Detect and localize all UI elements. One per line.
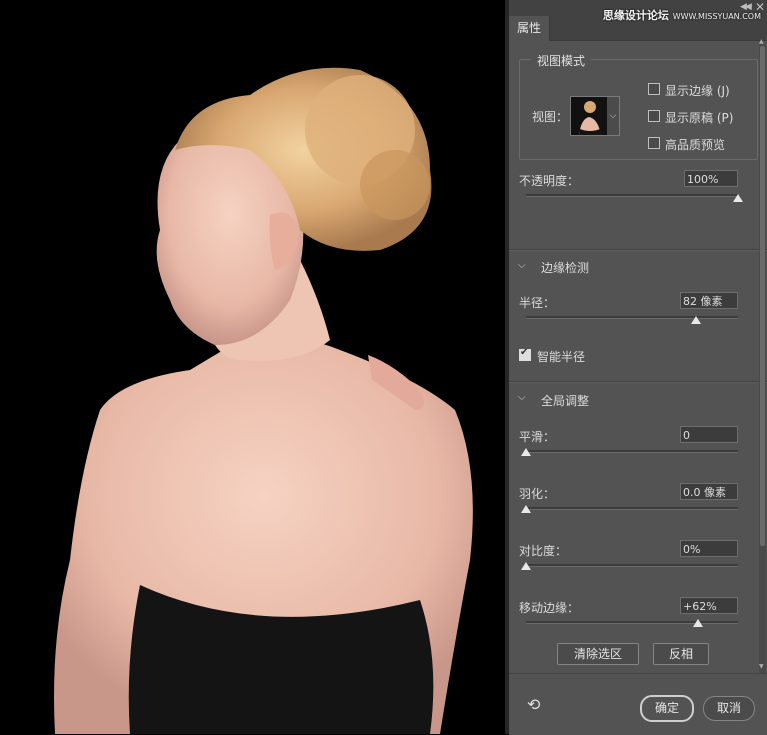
thumbnail-image (571, 97, 607, 135)
show-original-label: 显示原稿 (P) (665, 111, 734, 125)
feather-field[interactable]: 0.0 像素 (680, 483, 738, 500)
invert-button[interactable]: 反相 (653, 643, 709, 665)
portrait-photo (0, 0, 505, 734)
section-divider (509, 381, 767, 383)
view-thumbnail[interactable] (570, 96, 608, 136)
show-original-checkbox[interactable] (648, 110, 660, 122)
cancel-button[interactable]: 取消 (703, 696, 755, 721)
smart-radius-checkbox[interactable] (519, 347, 531, 361)
contrast-slider[interactable] (526, 564, 738, 567)
image-canvas[interactable] (0, 0, 505, 734)
show-edges-label: 显示边缘 (J) (665, 84, 730, 98)
section-divider (509, 249, 767, 251)
high-quality-label: 高品质预览 (665, 138, 726, 152)
watermark-text: 思缘设计论坛 (602, 9, 669, 22)
radius-slider-handle[interactable] (690, 316, 701, 324)
contrast-label: 对比度： (519, 544, 568, 558)
smooth-slider-handle[interactable] (521, 448, 531, 456)
watermark-site: WWW.MISSYUAN.COM (672, 12, 761, 21)
feather-slider[interactable] (526, 507, 738, 510)
radius-label: 半径： (519, 296, 556, 310)
shift-edge-label: 移动边缘： (519, 601, 580, 615)
smart-radius-label: 智能半径 (537, 350, 586, 364)
ok-button[interactable]: 确定 (640, 695, 694, 722)
view-mode-title: 视图模式 (531, 52, 592, 69)
opacity-field[interactable]: 100% (684, 170, 738, 187)
radius-slider[interactable] (526, 316, 738, 319)
opacity-slider-handle[interactable] (733, 194, 743, 202)
edge-detection-title[interactable]: 边缘检测 (541, 259, 589, 276)
shift-edge-slider[interactable] (526, 621, 738, 624)
shift-edge-field[interactable]: +62% (680, 597, 738, 614)
contrast-field[interactable]: 0% (680, 540, 738, 557)
high-quality-checkbox[interactable] (648, 137, 660, 149)
chevron-down-icon[interactable]: ⌵ (518, 392, 526, 403)
panel-scrollbar[interactable] (759, 44, 766, 674)
view-label: 视图： (532, 110, 569, 124)
smooth-field[interactable]: 0 (680, 426, 738, 443)
watermark: 思缘设计论坛 WWW.MISSYUAN.COM (603, 7, 761, 23)
feather-slider-handle[interactable] (521, 505, 531, 513)
chevron-down-icon[interactable]: ⌵ (607, 96, 620, 136)
scrollbar-thumb[interactable] (760, 46, 765, 546)
opacity-slider[interactable] (526, 194, 738, 197)
radius-field[interactable]: 82 像素 (680, 292, 738, 309)
global-refine-title[interactable]: 全局调整 (541, 392, 589, 409)
scroll-down-icon[interactable]: ▼ (759, 663, 764, 670)
properties-panel: 属性 ◀◀ ✕ 思缘设计论坛 WWW.MISSYUAN.COM 视图模式 视图：… (509, 0, 767, 735)
opacity-label: 不透明度： (519, 174, 580, 188)
feather-label: 羽化： (519, 487, 556, 501)
smooth-label: 平滑： (519, 430, 556, 444)
chevron-down-icon[interactable]: ⌵ (518, 260, 526, 271)
contrast-slider-handle[interactable] (521, 562, 531, 570)
clear-selection-button[interactable]: 清除选区 (557, 643, 639, 665)
smooth-slider[interactable] (526, 450, 738, 453)
show-edges-checkbox[interactable] (648, 83, 660, 95)
tab-properties[interactable]: 属性 (509, 16, 550, 41)
reset-icon[interactable]: ⟲ (527, 695, 540, 714)
shift-edge-slider-handle[interactable] (692, 619, 703, 627)
